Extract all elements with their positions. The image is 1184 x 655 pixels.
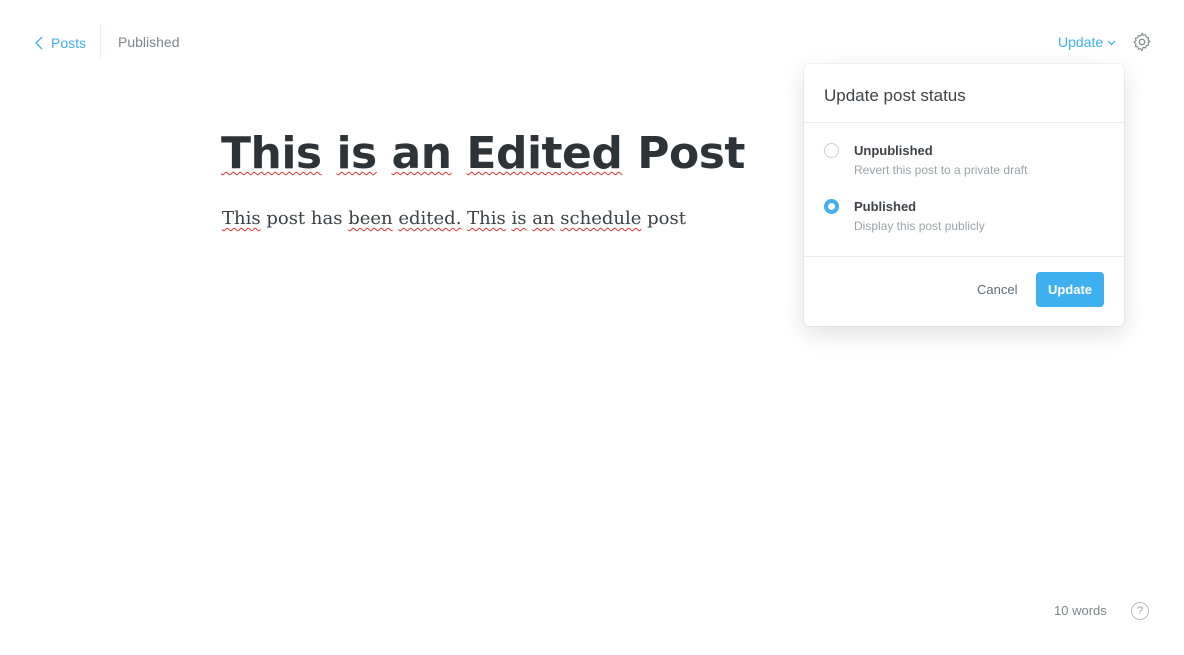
back-link-label: Posts: [51, 35, 87, 51]
title-word: an: [391, 128, 453, 179]
post-status-text: Published: [118, 34, 180, 50]
word-count: 10 words: [1054, 603, 1107, 618]
popover-title: Update post status: [824, 86, 966, 105]
help-button[interactable]: ?: [1131, 602, 1149, 620]
option-description: Display this post publicly: [854, 219, 985, 233]
body-word: schedule: [560, 208, 642, 229]
body-word: an: [532, 208, 555, 229]
body-word: has: [310, 208, 343, 229]
update-status-popover: Update post status Unpublished Revert th…: [804, 64, 1124, 326]
chevron-left-icon: [35, 36, 43, 50]
title-word: is: [336, 128, 377, 179]
body-word: is: [511, 208, 527, 229]
post-body[interactable]: This post has been edited. This is an sc…: [222, 208, 686, 229]
option-label: Published: [854, 199, 917, 214]
body-word: post: [647, 208, 686, 229]
body-word: This: [467, 208, 506, 229]
header-divider: [100, 24, 101, 60]
title-word: Post: [637, 128, 745, 179]
update-button[interactable]: Update: [1036, 272, 1104, 307]
title-word: This: [221, 128, 322, 179]
radio-published[interactable]: [824, 199, 839, 214]
option-description: Revert this post to a private draft: [854, 163, 1028, 177]
body-word: edited.: [398, 208, 462, 229]
body-word: post: [266, 208, 306, 229]
title-word: Edited: [466, 128, 623, 179]
settings-gear-button[interactable]: [1131, 31, 1153, 53]
chevron-down-icon: [1107, 40, 1116, 46]
cancel-button[interactable]: Cancel: [977, 282, 1017, 297]
radio-unpublished[interactable]: [824, 143, 839, 158]
help-icon: ?: [1136, 605, 1144, 617]
update-menu-trigger[interactable]: Update: [1058, 34, 1116, 50]
body-word: been: [348, 208, 393, 229]
editor-page: Posts Published Update This is an Edited…: [0, 0, 1184, 655]
update-trigger-label: Update: [1058, 34, 1104, 50]
gear-icon: [1133, 32, 1151, 52]
popover-divider: [804, 122, 1124, 123]
body-word: This: [222, 208, 261, 229]
option-label: Unpublished: [854, 143, 933, 158]
popover-divider: [804, 256, 1124, 257]
back-to-posts-link[interactable]: Posts: [34, 33, 86, 53]
post-title[interactable]: This is an Edited Post: [221, 128, 745, 179]
